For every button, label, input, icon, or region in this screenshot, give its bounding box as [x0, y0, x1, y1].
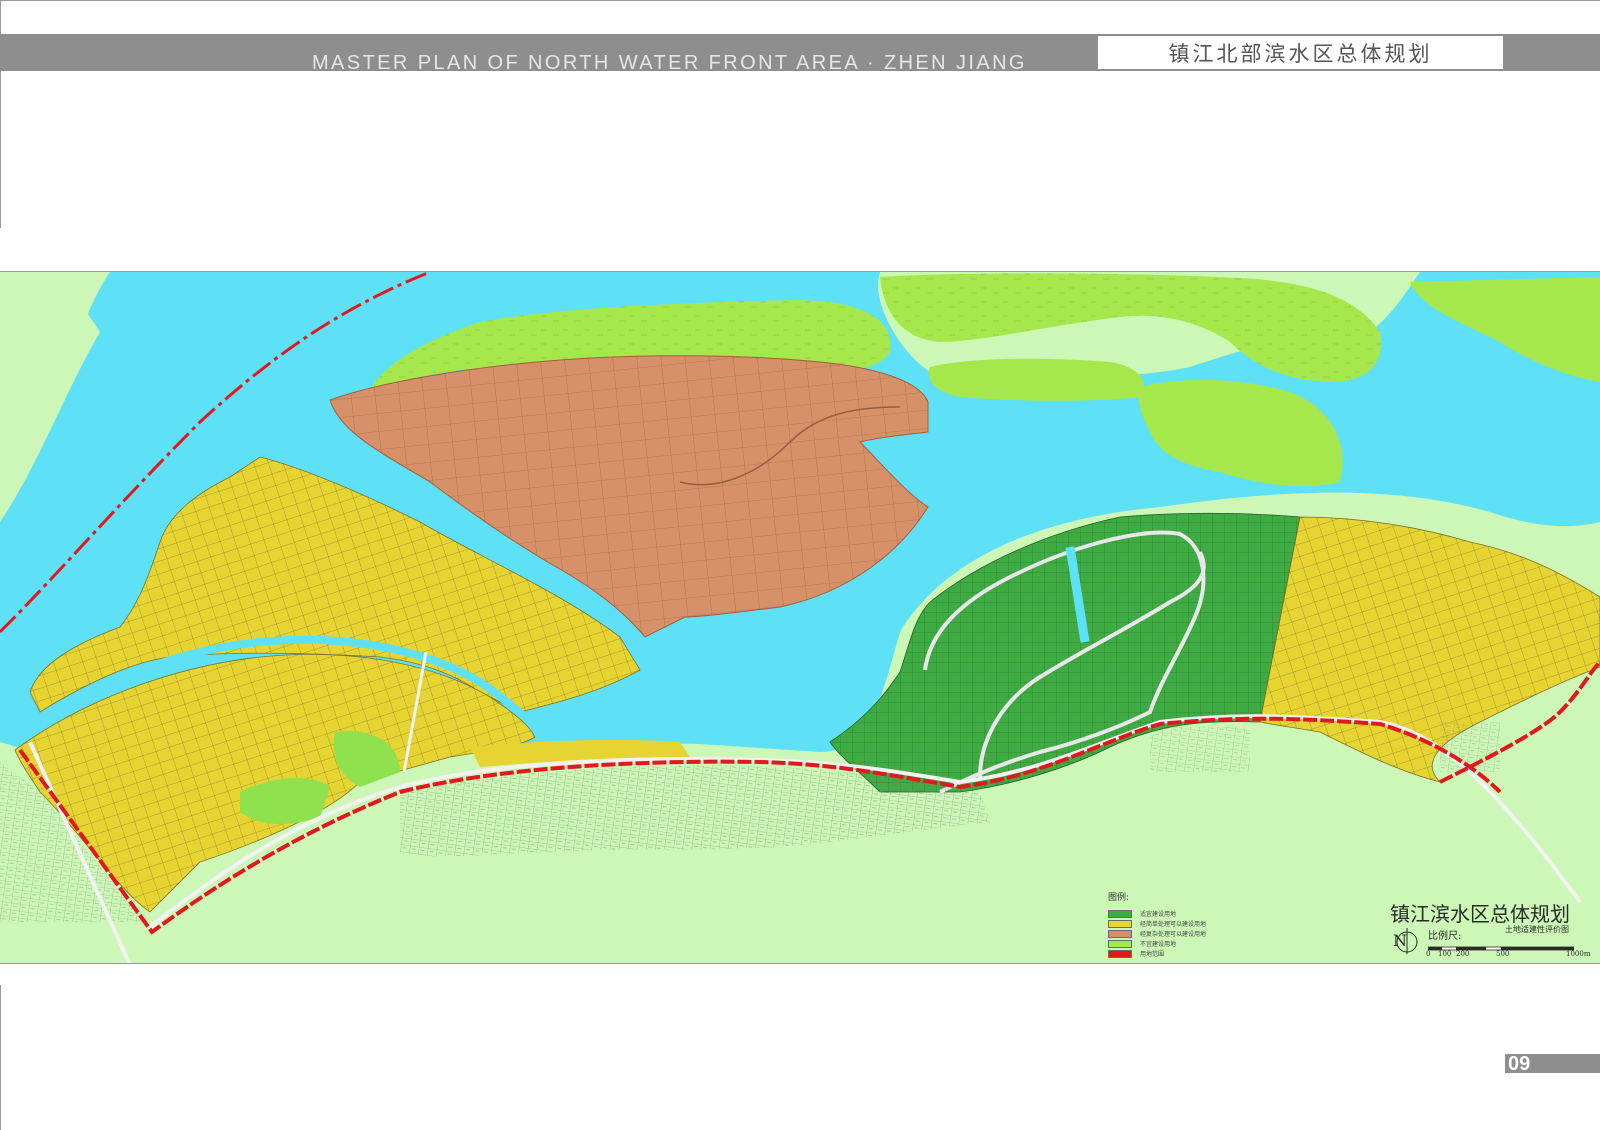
frame-top-line	[0, 0, 1600, 1]
legend-title: 图例:	[1108, 893, 1130, 903]
map-subtitle: 土地适建性评价图	[1505, 925, 1569, 934]
map-legend: 图例: 适宜建设用地 经简单处理可以建设用地 经复杂处理可以建设用地 不宜建设用…	[1108, 890, 1248, 959]
map-canvas	[0, 272, 1600, 963]
scale-ticks: 0 100 200 500 1000m	[1426, 950, 1590, 962]
legend-label: 用地范围	[1140, 951, 1165, 958]
legend-swatch-suitable	[1108, 909, 1132, 918]
page-number: 09	[1508, 1053, 1531, 1075]
scale-label: 比例尺:	[1428, 931, 1462, 942]
scale-tick: 100	[1438, 950, 1452, 958]
legend-item: 经简单处理可以建设用地	[1108, 919, 1248, 928]
legend-label: 不宜建设用地	[1140, 941, 1177, 948]
header-title-english: MASTER PLAN OF NORTH WATER FRONT AREA · …	[312, 52, 1027, 74]
legend-swatch-simple-treatment	[1108, 919, 1132, 928]
central-islet	[928, 358, 1144, 401]
legend-label: 经复杂处理可以建设用地	[1140, 931, 1207, 938]
north-arrow-icon: N	[1393, 928, 1418, 954]
scale-tick: 500	[1496, 950, 1510, 958]
frame-left-line-lower	[0, 985, 1, 1130]
legend-swatch-boundary	[1108, 949, 1132, 958]
legend-item: 不宜建设用地	[1108, 939, 1248, 948]
header-title-chinese: 镇江北部滨水区总体规划	[1168, 41, 1433, 66]
scale-tick: 200	[1456, 950, 1470, 958]
legend-swatch-unsuitable	[1108, 939, 1132, 948]
legend-label: 适宜建设用地	[1140, 911, 1177, 918]
scale-tick: 1000m	[1566, 950, 1591, 958]
scale-tick: 0	[1426, 950, 1431, 958]
legend-swatch-complex-treatment	[1108, 929, 1132, 938]
legend-label: 经简单处理可以建设用地	[1140, 921, 1207, 928]
land-suitability-map	[0, 271, 1600, 964]
map-title: 镇江滨水区总体规划	[1390, 902, 1570, 926]
header-title-box: 镇江北部滨水区总体规划	[1097, 35, 1504, 70]
legend-item: 适宜建设用地	[1108, 909, 1248, 918]
legend-item: 经复杂处理可以建设用地	[1108, 929, 1248, 938]
legend-item: 用地范围	[1108, 949, 1248, 958]
north-label: N	[1393, 931, 1407, 950]
